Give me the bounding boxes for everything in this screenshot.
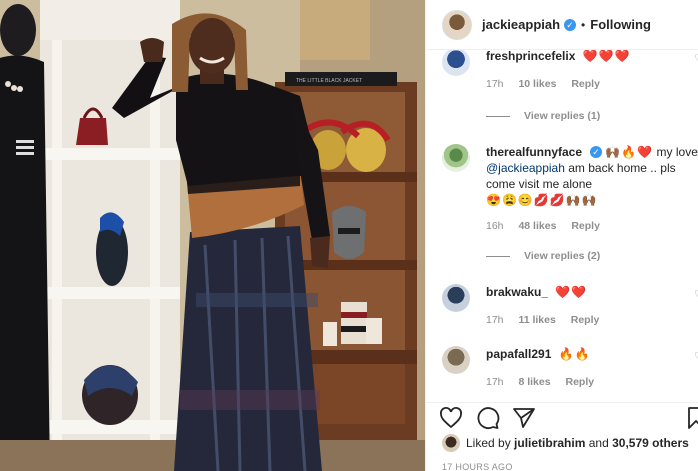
comment-emoji: ❤️❤️❤️ <box>582 50 631 63</box>
view-replies-label: View replies (2) <box>524 250 601 262</box>
comment-body: brakwaku_ ❤️❤️ <box>486 284 698 300</box>
comment-likes[interactable]: 48 likes <box>518 220 556 232</box>
view-replies-line <box>486 115 510 117</box>
likes-middle: and <box>588 436 609 450</box>
liker-avatar[interactable] <box>442 434 460 452</box>
post-viewer: THE LITTLE BLACK JACKET jackieappiah ✓ •… <box>0 0 698 471</box>
comment-meta: 17h 10 likes Reply <box>486 78 612 90</box>
reply-button[interactable]: Reply <box>566 376 595 388</box>
comment-time: 17h <box>486 376 504 388</box>
bookmark-icon[interactable] <box>684 406 698 430</box>
view-replies-button[interactable]: View replies (2) <box>486 250 600 262</box>
view-replies-label: View replies (1) <box>524 110 601 122</box>
comment-time: 17h <box>486 78 504 90</box>
comment-emoji: 🔥🔥 <box>558 347 591 361</box>
commenter-username[interactable]: therealfunnyface <box>486 145 582 159</box>
commenter-username[interactable]: brakwaku_ <box>486 285 548 299</box>
verified-badge-icon: ✓ <box>564 18 577 31</box>
post-header: jackieappiah ✓ • Following <box>426 0 698 50</box>
comment-likes[interactable]: 11 likes <box>518 314 555 326</box>
comment-mention-link[interactable]: @jackieappiah <box>486 161 565 175</box>
likes-count-link[interactable]: 30,579 others <box>612 436 689 450</box>
reply-button[interactable]: Reply <box>571 78 600 90</box>
comment-body: therealfunnyface ✓ 🙌🏾🔥❤️ my love @jackiea… <box>486 144 698 208</box>
photo-illustration: THE LITTLE BLACK JACKET <box>0 0 425 471</box>
reply-button[interactable]: Reply <box>571 220 600 232</box>
comment-icon[interactable] <box>476 406 500 430</box>
commenter-username[interactable]: freshprincefelix <box>486 50 575 63</box>
likes-prefix: Liked by <box>466 436 511 450</box>
view-replies-button[interactable]: View replies (1) <box>486 110 600 122</box>
comment-meta: 17h 8 likes Reply <box>486 376 606 388</box>
commenter-avatar[interactable] <box>442 50 470 76</box>
likes-summary: Liked by julietibrahim and 30,579 others <box>442 434 698 452</box>
like-comment-heart-icon[interactable]: ♡ <box>694 52 698 65</box>
commenter-avatar[interactable] <box>442 284 470 312</box>
comment-likes[interactable]: 8 likes <box>518 376 550 388</box>
view-replies-line <box>486 255 510 257</box>
commenter-avatar[interactable] <box>442 346 470 374</box>
share-icon[interactable] <box>512 406 536 430</box>
reply-button[interactable]: Reply <box>571 314 600 326</box>
like-comment-heart-icon[interactable]: ♡ <box>694 350 698 363</box>
comment-text: my love <box>656 145 698 159</box>
post-timestamp[interactable]: 17 HOURS AGO <box>442 462 513 471</box>
comment-body: papafall291 🔥🔥 <box>486 346 698 362</box>
author-avatar[interactable] <box>442 9 472 40</box>
like-comment-heart-icon[interactable]: ♡ <box>694 288 698 301</box>
verified-badge-icon: ✓ <box>590 146 603 158</box>
post-side-panel: jackieappiah ✓ • Following freshprincefe… <box>425 0 698 471</box>
commenter-username[interactable]: papafall291 <box>486 347 551 361</box>
comment-time: 16h <box>486 220 504 232</box>
comment-meta: 16h 48 likes Reply <box>486 220 612 232</box>
comment-body: freshprincefelix ❤️❤️❤️ <box>486 50 698 64</box>
post-action-bar <box>426 402 698 433</box>
author-username[interactable]: jackieappiah <box>482 17 560 32</box>
commenter-avatar[interactable] <box>442 144 470 172</box>
heart-icon[interactable] <box>439 406 463 430</box>
comment-likes[interactable]: 10 likes <box>518 78 556 90</box>
comment-emoji-prefix: 🙌🏾🔥❤️ <box>605 145 654 159</box>
header-separator: • <box>581 17 586 32</box>
comment-time: 17h <box>486 314 504 326</box>
comment-meta: 17h 11 likes Reply <box>486 314 611 326</box>
post-photo[interactable]: THE LITTLE BLACK JACKET <box>0 0 425 471</box>
comment-emoji: ❤️❤️ <box>555 285 588 299</box>
book-spine-text: THE LITTLE BLACK JACKET <box>296 78 362 84</box>
liker-username[interactable]: julietibrahim <box>514 436 585 450</box>
follow-status-button[interactable]: Following <box>590 17 651 32</box>
comments-list[interactable]: freshprincefelix ❤️❤️❤️ ♡ 17h 10 likes R… <box>426 50 698 402</box>
comment-emoji-suffix: 😍😩😊💋💋🙌🏾🙌🏾 <box>486 193 598 207</box>
like-comment-heart-icon[interactable]: ♡ <box>694 148 698 161</box>
